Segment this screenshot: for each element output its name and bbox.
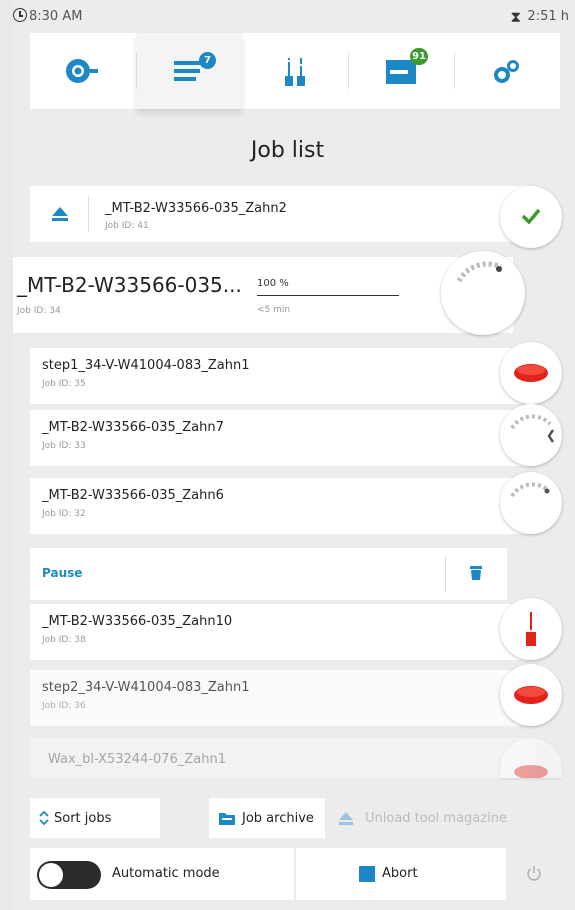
job-name: Wax_bl-X53244-076_Zahn1 [48,752,226,767]
job-name: step1_34-V-W41004-083_Zahn1 [42,358,250,373]
job-id: Job ID: 35 [42,379,86,389]
tools-icon [285,58,305,86]
job-row[interactable]: _MT-B2-W33566-035_Zahn10 Job ID: 38 [30,604,535,660]
power-icon[interactable] [526,865,542,881]
job-name: step2_34-V-W41004-083_Zahn1 [42,680,250,695]
job-status-done[interactable] [500,186,562,248]
main-nav: 7 91 [30,33,560,109]
bottom-bar: Automatic mode Abort [30,848,560,900]
machine-icon [66,59,98,83]
job-status-tool[interactable] [500,598,562,660]
tab-settings[interactable] [454,33,560,109]
job-archive-button[interactable]: Job archive [209,798,325,838]
job-status-queued[interactable] [500,472,562,534]
tab-material[interactable]: 91 [348,33,454,109]
clock-icon [13,8,27,22]
pause-row[interactable]: Pause [30,548,507,600]
milling-disc-icon [456,261,503,283]
job-row-active[interactable]: _MT-B2-W33566-035... Job ID: 34 100 % <5… [13,257,513,333]
divider [88,196,89,232]
milling-disc-icon [510,482,550,498]
blank-disc-icon [514,765,548,778]
unload-tool-magazine-button: Unload tool magazine [331,798,536,838]
check-icon [521,208,541,224]
stop-icon [359,866,375,882]
toggle-knob [39,863,63,887]
job-name: _MT-B2-W33566-035_Zahn2 [105,201,287,216]
folder-icon [219,813,235,825]
pause-label: Pause [42,566,83,580]
job-status-active[interactable] [441,251,525,335]
material-badge: 91 [410,48,428,65]
trash-icon[interactable] [470,565,482,580]
progress-bar [257,295,399,296]
job-row[interactable]: Wax_bl-X53244-076_Zahn1 [30,738,535,778]
abort-label: Abort [382,866,418,881]
job-id: Job ID: 33 [42,441,86,451]
list-icon: 7 [174,52,216,82]
material-icon: 91 [386,48,428,84]
blank-disc-icon [514,364,548,382]
sort-icon [39,810,49,826]
unload-tool-magazine-label: Unload tool magazine [365,810,507,826]
job-id: Job ID: 32 [42,509,86,519]
job-name: _MT-B2-W33566-035_Zahn6 [42,488,224,503]
job-row[interactable]: step2_34-V-W41004-083_Zahn1 Job ID: 36 [30,670,535,726]
job-id: Job ID: 36 [42,701,86,711]
job-row[interactable]: step1_34-V-W41004-083_Zahn1 Job ID: 35 [30,348,535,404]
abort-button[interactable]: Abort [296,848,506,900]
tab-tools[interactable] [242,33,348,109]
toggle-switch[interactable] [37,861,101,889]
sort-jobs-label: Sort jobs [54,810,112,826]
job-id: Job ID: 38 [42,635,86,645]
eject-icon[interactable] [52,207,68,222]
gear-icon [494,60,519,83]
progress-percent: 100 % [257,278,289,289]
milling-disc-icon [510,414,555,443]
job-name: _MT-B2-W33566-035_Zahn10 [42,614,233,629]
job-status-blank[interactable] [500,664,562,726]
job-row[interactable]: _MT-B2-W33566-035_Zahn6 Job ID: 32 [30,478,535,534]
blank-disc-icon [514,686,548,704]
status-bar: 8:30 AM ⧗ 2:51 h [13,6,573,28]
automatic-mode-label: Automatic mode [112,866,220,881]
job-count-badge: 7 [199,52,216,69]
job-name: _MT-B2-W33566-035_Zahn7 [42,420,224,435]
job-id: Job ID: 41 [105,221,149,231]
automatic-mode-toggle[interactable]: Automatic mode [30,848,294,900]
job-archive-label: Job archive [242,810,314,826]
progress-eta: <5 min [257,305,291,315]
job-row[interactable]: _MT-B2-W33566-035_Zahn7 Job ID: 33 [30,410,535,466]
tab-machine[interactable] [30,33,136,109]
status-time: 8:30 AM [29,9,83,24]
page-title: Job list [250,138,325,163]
sort-jobs-button[interactable]: Sort jobs [30,798,160,838]
divider [445,556,446,592]
job-status-queued[interactable] [500,404,562,466]
eject-icon [339,811,353,825]
remaining-time: 2:51 h [527,9,569,24]
job-row-done[interactable]: _MT-B2-W33566-035_Zahn2 Job ID: 41 [30,186,535,242]
tab-job-list[interactable]: 7 [136,33,242,109]
job-status-blank[interactable] [500,342,562,404]
hourglass-icon: ⧗ [510,8,521,26]
active-job-name: _MT-B2-W33566-035... [17,273,242,297]
active-job-id: Job ID: 34 [17,306,61,316]
tool-icon [526,612,536,646]
